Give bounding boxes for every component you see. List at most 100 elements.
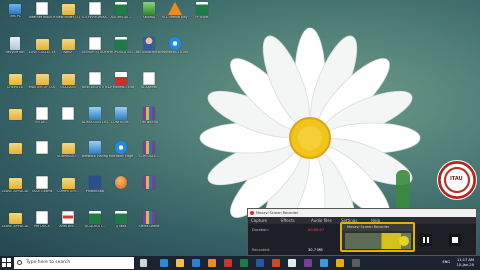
desktop-icon[interactable]: NNSF bbox=[55, 37, 81, 55]
mini-panel-title: Movavi Screen Recorder bbox=[342, 224, 413, 231]
winrar-taskbar-icon[interactable] bbox=[304, 259, 312, 267]
desktop-icon[interactable]: SENIOR STUDENT... bbox=[82, 37, 108, 55]
word-taskbar-icon[interactable] bbox=[256, 259, 264, 267]
desktop-icon[interactable]: VLC media player bbox=[162, 2, 188, 20]
desktop-icon[interactable]: PhotoShop bbox=[82, 176, 108, 194]
desktop-icon-label: SENIOR STUDENT... bbox=[82, 51, 108, 54]
desktop-icon[interactable]: This PC bbox=[2, 2, 28, 19]
desktop-icon[interactable]: LEAVE APPLICATION bbox=[2, 176, 28, 194]
desktop-icon-label: COMPUTER... bbox=[57, 190, 79, 193]
powerpoint-taskbar-icon[interactable] bbox=[272, 259, 280, 267]
app3-taskbar-icon[interactable] bbox=[352, 259, 360, 267]
desktop-icon[interactable]: Dr Manno... Exact bbox=[108, 72, 134, 90]
app-taskbar-icon[interactable] bbox=[320, 259, 328, 267]
recorder-mini-panel[interactable]: Movavi Screen Recorder bbox=[340, 222, 415, 252]
desktop-icon[interactable]: CHEMTEX bbox=[2, 72, 28, 90]
desktop-icon-label: MR DOCX bbox=[34, 225, 50, 228]
desktop-icon-label: Sierra Leone bbox=[138, 225, 160, 228]
desktop-icon[interactable]: LUVE COLLECTION bbox=[29, 37, 55, 55]
desktop-icon[interactable] bbox=[108, 176, 134, 190]
desktop-icon[interactable]: AI Agents bbox=[136, 72, 162, 90]
desktop-icon-label: PhotoShop bbox=[86, 190, 104, 193]
desktop-icon[interactable]: internet mock exa... bbox=[29, 2, 55, 20]
doc-icon bbox=[36, 2, 48, 15]
record-indicator-icon[interactable] bbox=[399, 236, 409, 246]
pc-icon bbox=[9, 4, 21, 14]
edge-taskbar-icon[interactable] bbox=[160, 259, 168, 267]
desktop-icon[interactable]: Network Manager bbox=[82, 141, 108, 159]
stop-button[interactable] bbox=[449, 234, 461, 246]
taskbar-clock[interactable]: 11:17 AM 10-Jan-20 bbox=[457, 258, 474, 267]
folder-icon bbox=[8, 109, 22, 120]
menu-effects[interactable]: Effects bbox=[278, 217, 308, 224]
desktop-icon[interactable]: MR DOCX bbox=[29, 211, 55, 229]
desktop-icon[interactable]: SCHEDULE... bbox=[136, 141, 162, 159]
desktop-icon[interactable]: UCCLASS bbox=[55, 72, 81, 90]
desktop-icon[interactable] bbox=[2, 141, 28, 155]
language-indicator[interactable]: ENG bbox=[442, 260, 450, 264]
folder-icon bbox=[61, 4, 75, 15]
desktop-icon[interactable]: New folder (3) bbox=[55, 2, 81, 20]
desktop-icon[interactable]: SUBMISSIO... bbox=[55, 141, 81, 159]
pause-button[interactable] bbox=[420, 234, 432, 246]
desktop-icon[interactable]: Q Mod bbox=[108, 211, 134, 229]
app2-taskbar-icon[interactable] bbox=[336, 259, 344, 267]
desktop-icon-label: ACQUISITI... bbox=[85, 225, 105, 228]
rar-icon bbox=[143, 176, 155, 189]
net-icon bbox=[89, 141, 101, 154]
desktop-icon[interactable]: Microsoft Edge bbox=[108, 141, 134, 159]
desktop-icon[interactable] bbox=[2, 107, 28, 121]
excel-taskbar-icon[interactable] bbox=[240, 259, 248, 267]
doc-icon bbox=[36, 141, 48, 154]
desktop-icon[interactable]: LEAVE APPLICATION bbox=[2, 211, 28, 229]
rar-icon bbox=[143, 107, 155, 120]
desktop-icon[interactable]: NEW DELHI ITR... bbox=[82, 72, 108, 90]
store-icon[interactable] bbox=[192, 259, 200, 267]
windows-start-icon[interactable] bbox=[2, 258, 12, 268]
desktop-icon[interactable]: SR DE... bbox=[29, 107, 55, 125]
desktop-icon[interactable]: MASTER OF COLLEGE bbox=[29, 72, 55, 90]
desktop-icon-label: MASTER OF COLLEGE bbox=[29, 86, 55, 89]
desktop-icon[interactable]: PROPOSED SSS STUDENT... bbox=[108, 37, 134, 55]
desktop-icon[interactable]: atc Subscription bbox=[136, 37, 162, 55]
bin-icon bbox=[10, 37, 20, 50]
ps-icon bbox=[89, 176, 101, 189]
recorder-titlebar[interactable]: Movavi Screen Recorder bbox=[248, 209, 476, 217]
folder-icon bbox=[8, 213, 22, 224]
desktop-icon[interactable] bbox=[55, 107, 81, 121]
desktop-icon-label: AGGREGAT... bbox=[110, 16, 132, 19]
desktop-icon[interactable] bbox=[29, 141, 55, 155]
desktop-icon[interactable]: ADMISSION LIST bbox=[82, 107, 108, 125]
chrome-taskbar-icon[interactable] bbox=[288, 259, 296, 267]
vlc-taskbar-icon[interactable] bbox=[208, 259, 216, 267]
desktop-icon[interactable]: OIB NKERA bbox=[136, 107, 162, 125]
task-view-icon[interactable] bbox=[140, 259, 147, 267]
desktop-icon[interactable]: Ariel Bro... bbox=[55, 211, 81, 229]
edge-icon bbox=[169, 37, 181, 50]
desktop-icon[interactable]: Recycle Bin bbox=[2, 37, 28, 55]
desktop-icon[interactable]: AGGREGAT... bbox=[108, 2, 134, 20]
taskbar: Type here to search ENG 11:17 AM 10-Jan-… bbox=[0, 256, 480, 270]
recorder-taskbar-icon[interactable] bbox=[224, 259, 232, 267]
menu-audio-files[interactable]: Audio files bbox=[308, 217, 338, 224]
file-explorer-icon[interactable] bbox=[176, 259, 184, 267]
desktop-icon[interactable]: S.S PERFORMA... bbox=[82, 2, 108, 20]
desktop-icon[interactable] bbox=[136, 176, 162, 190]
desktop-icon-label: SMARAJ bbox=[142, 16, 156, 19]
rar-icon bbox=[143, 211, 155, 224]
desktop-icon[interactable]: SMARAJ bbox=[136, 2, 162, 20]
desktop-icon[interactable]: Windows 10 Update As... bbox=[162, 37, 188, 55]
desktop-icon[interactable]: SSCE Exams bbox=[29, 176, 55, 194]
desktop-icon-label: This PC bbox=[8, 15, 22, 18]
desktop-icon-label: LEAVE APPLICATION bbox=[2, 190, 28, 193]
taskbar-search-input[interactable]: Type here to search bbox=[14, 257, 134, 269]
desktop-icon[interactable]: Sierra Leone bbox=[136, 211, 162, 229]
desktop-icon[interactable]: COMPUTER... bbox=[55, 176, 81, 194]
search-icon bbox=[17, 260, 22, 265]
desktop-icon[interactable]: ACQUISITI... bbox=[82, 211, 108, 229]
xls-icon bbox=[89, 211, 101, 224]
desktop-icon[interactable]: CONFIGUR... bbox=[108, 107, 134, 125]
desktop-icon[interactable]: PPTiViet bbox=[189, 2, 215, 20]
menu-capture[interactable]: Capture bbox=[248, 217, 278, 224]
desktop-icon-label: CHEMTEX bbox=[6, 86, 24, 89]
